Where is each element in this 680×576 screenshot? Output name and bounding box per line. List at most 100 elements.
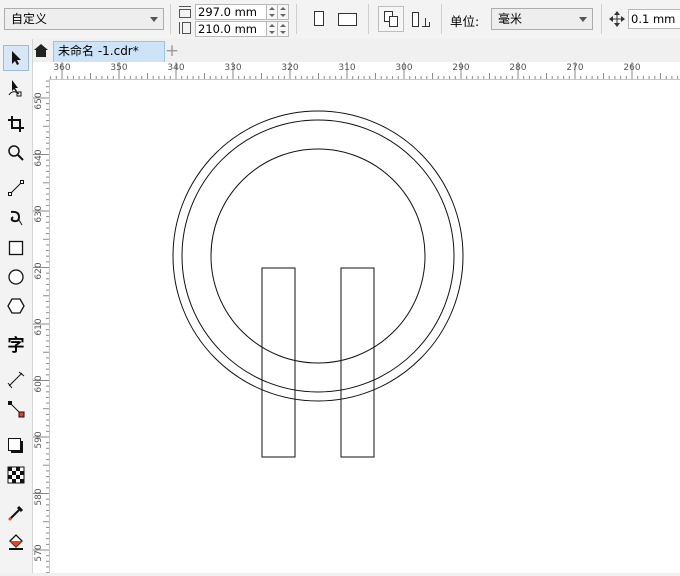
add-tab-button[interactable]: + [161, 41, 183, 62]
left-bar-rectangle[interactable] [261, 267, 296, 458]
horizontal-ruler[interactable]: 360 350 340 330 320 310 300 290 280 270 260 [33, 62, 680, 80]
outer-ring-circle[interactable] [172, 110, 464, 402]
ellipse-icon [8, 269, 24, 285]
ruler-label: 590 [34, 431, 44, 449]
connector-tool[interactable] [3, 396, 29, 422]
page-width-stepper-alt[interactable] [278, 4, 289, 20]
landscape-icon [338, 13, 357, 26]
ruler-label: 580 [34, 487, 44, 506]
toolbar-separator [170, 4, 171, 34]
ruler-label: 320 [281, 63, 299, 73]
drop-shadow-tool[interactable] [3, 433, 29, 459]
crop-tool[interactable] [3, 111, 29, 137]
rectangle-icon [8, 240, 24, 256]
eyedropper-icon [8, 505, 24, 521]
pick-tool[interactable] [3, 45, 29, 71]
ruler-label: 340 [167, 63, 185, 73]
nudge-distance-field[interactable]: 0.1 mm [628, 9, 680, 29]
units-value: 毫米 [498, 12, 523, 26]
nudge-distance-value: 0.1 mm [631, 12, 676, 26]
page-size-preset-value: 自定义 [11, 12, 48, 26]
portrait-button[interactable] [306, 6, 332, 32]
current-page-button[interactable] [408, 6, 434, 32]
ruler-label: 310 [338, 63, 356, 73]
text-tool-icon: 字 [7, 335, 25, 356]
units-dropdown[interactable]: 毫米 [491, 8, 593, 30]
toolbar-separator [441, 4, 442, 34]
shape-tool[interactable] [3, 75, 29, 101]
ruler-label: 330 [224, 63, 242, 73]
zoom-icon [8, 145, 24, 161]
page-height-value: 210.0 mm [198, 22, 257, 36]
ruler-label: 640 [34, 148, 44, 167]
chevron-down-icon [579, 17, 587, 22]
pointer-arrow-icon [12, 51, 21, 65]
ruler-label: 650 [34, 92, 44, 110]
artistic-media-icon [10, 210, 23, 226]
drawing-shapes [172, 110, 464, 458]
chevron-down-icon [150, 17, 158, 22]
ruler-label: 630 [34, 205, 44, 223]
polygon-icon [7, 298, 25, 314]
nudge-distance-icon [609, 11, 625, 27]
freehand-line-icon [8, 180, 24, 196]
rectangle-tool[interactable] [3, 235, 29, 261]
toolbar-separator [296, 4, 297, 34]
crop-icon [8, 116, 24, 132]
ruler-label: 280 [509, 63, 527, 73]
page-width-value: 297.0 mm [198, 5, 257, 19]
ruler-label: 290 [452, 63, 470, 73]
ruler-label: 620 [34, 261, 44, 280]
current-page-icon [412, 12, 430, 27]
parallel-dimension-tool[interactable] [3, 367, 29, 393]
shape-edit-icon [8, 80, 22, 97]
drawing-canvas[interactable] [50, 80, 680, 573]
landscape-button[interactable] [334, 6, 360, 32]
text-tool[interactable]: 字 [3, 330, 29, 356]
freehand-tool[interactable] [3, 175, 29, 201]
all-pages-icon [384, 11, 398, 27]
right-bar-rectangle[interactable] [340, 267, 375, 458]
vertical-ruler[interactable]: 650 640 630 620 610 600 590 580 570 [33, 79, 50, 573]
ruler-label: 300 [395, 63, 413, 73]
property-bar: 自定义 297.0 mm 210.0 mm 单位: 毫米 0.1 mm [0, 0, 680, 40]
page-height-icon [179, 22, 191, 34]
page-width-stepper[interactable] [267, 4, 278, 20]
inner-circle[interactable] [210, 148, 426, 364]
drop-shadow-icon [8, 438, 23, 453]
page-height-field[interactable]: 210.0 mm [195, 21, 267, 37]
dimension-icon [7, 371, 25, 389]
toolbox: 字 [0, 39, 33, 573]
tab-document[interactable]: 未命名 -1.cdr* [53, 41, 165, 62]
ruler-label: 270 [566, 63, 584, 73]
page-height-stepper-alt[interactable] [278, 21, 289, 37]
page-height-stepper[interactable] [267, 21, 278, 37]
connector-icon [8, 401, 25, 418]
transparency-checker-icon [7, 466, 25, 484]
color-eyedropper-tool[interactable] [3, 500, 29, 526]
artistic-media-tool[interactable] [3, 205, 29, 231]
ellipse-tool[interactable] [3, 264, 29, 290]
zoom-tool[interactable] [3, 140, 29, 166]
tab-document-label: 未命名 -1.cdr* [58, 44, 139, 58]
toolbar-separator [601, 4, 602, 34]
ruler-label: 570 [34, 544, 44, 562]
units-label: 单位: [450, 14, 480, 29]
home-icon[interactable] [33, 43, 49, 58]
paint-bucket-icon [9, 534, 23, 550]
ruler-label: 360 [53, 63, 71, 73]
ruler-label: 260 [623, 63, 641, 73]
transparency-tool[interactable] [3, 462, 29, 488]
ruler-label: 350 [110, 63, 128, 73]
plus-icon: + [164, 41, 180, 61]
page-width-field[interactable]: 297.0 mm [195, 4, 267, 20]
page-width-icon [179, 6, 191, 18]
portrait-icon [314, 11, 324, 26]
toolbar-separator [368, 4, 369, 34]
ruler-label: 610 [34, 318, 44, 336]
all-pages-button[interactable] [378, 6, 404, 32]
middle-ring-circle[interactable] [181, 119, 455, 393]
polygon-tool[interactable] [3, 293, 29, 319]
interactive-fill-tool[interactable] [3, 529, 29, 555]
page-size-preset-dropdown[interactable]: 自定义 [4, 8, 164, 30]
